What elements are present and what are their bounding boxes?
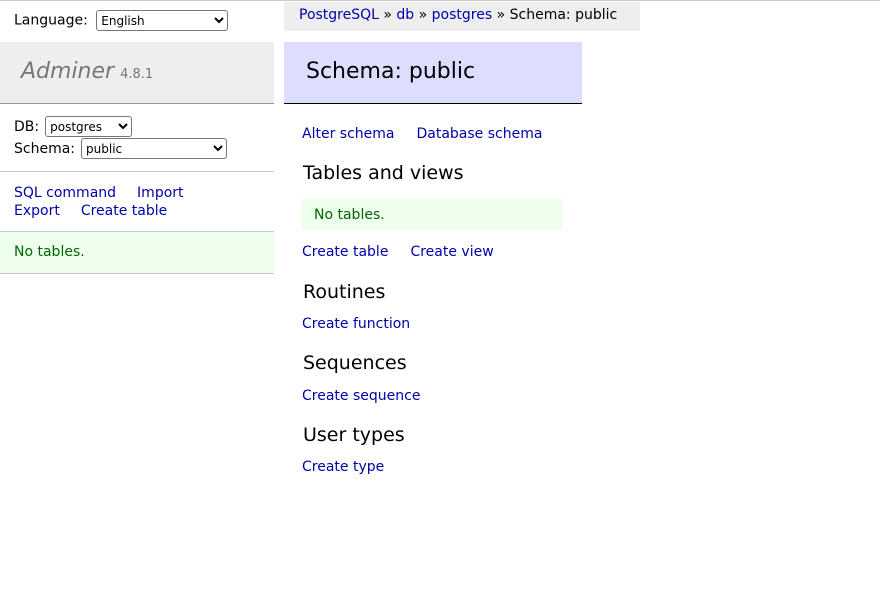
tables-heading: Tables and views: [303, 162, 464, 184]
sidebar-menu: SQL command Import Export Create table: [0, 172, 274, 232]
sql-command-link[interactable]: SQL command: [14, 185, 116, 201]
database-schema-link[interactable]: Database schema: [416, 126, 542, 142]
routines-heading: Routines: [303, 281, 386, 303]
breadcrumb-separator: »: [383, 7, 397, 23]
brand-header: Adminer 4.8.1: [0, 42, 274, 104]
language-label: Language:: [14, 12, 88, 29]
create-view-link[interactable]: Create view: [410, 244, 493, 260]
db-label: DB:: [14, 118, 40, 135]
schema-links: Alter schema Database schema: [302, 126, 564, 142]
page-title: Schema: public: [284, 42, 582, 104]
breadcrumb-link-db[interactable]: db: [396, 7, 414, 23]
breadcrumb-separator: »: [496, 7, 510, 23]
create-sequence-link[interactable]: Create sequence: [302, 388, 420, 404]
sidebar-no-tables-message: No tables.: [0, 232, 274, 274]
sequences-heading: Sequences: [303, 352, 407, 374]
language-row: Language: English: [14, 10, 229, 31]
create-table-link[interactable]: Create table: [302, 244, 388, 260]
db-select[interactable]: postgres: [45, 116, 133, 137]
breadcrumb-separator: »: [418, 7, 432, 23]
tables-links: Create table Create view: [302, 244, 516, 260]
user-types-links: Create type: [302, 459, 406, 475]
user-types-heading: User types: [303, 424, 405, 446]
breadcrumb-link-postgresql[interactable]: PostgreSQL: [299, 7, 379, 23]
routines-links: Create function: [302, 316, 432, 332]
export-link[interactable]: Export: [14, 203, 60, 219]
tables-no-tables-message: No tables.: [302, 199, 562, 230]
sequences-links: Create sequence: [302, 388, 442, 404]
sidebar-create-table-link[interactable]: Create table: [81, 203, 167, 219]
breadcrumb-current: Schema: public: [509, 7, 618, 23]
import-link[interactable]: Import: [137, 185, 183, 201]
create-type-link[interactable]: Create type: [302, 459, 384, 475]
schema-label: Schema:: [14, 140, 76, 157]
schema-select[interactable]: public: [81, 138, 228, 159]
adminer-logo-link[interactable]: Adminer: [21, 59, 114, 84]
create-function-link[interactable]: Create function: [302, 316, 410, 332]
language-select[interactable]: English: [96, 10, 229, 31]
version-label: 4.8.1: [120, 67, 154, 82]
breadcrumb-link-postgres[interactable]: postgres: [432, 7, 492, 23]
breadcrumb: PostgreSQL » db » postgres » Schema: pub…: [284, 2, 640, 31]
database-selector: DB: postgres Schema: public: [0, 104, 274, 172]
alter-schema-link[interactable]: Alter schema: [302, 126, 394, 142]
